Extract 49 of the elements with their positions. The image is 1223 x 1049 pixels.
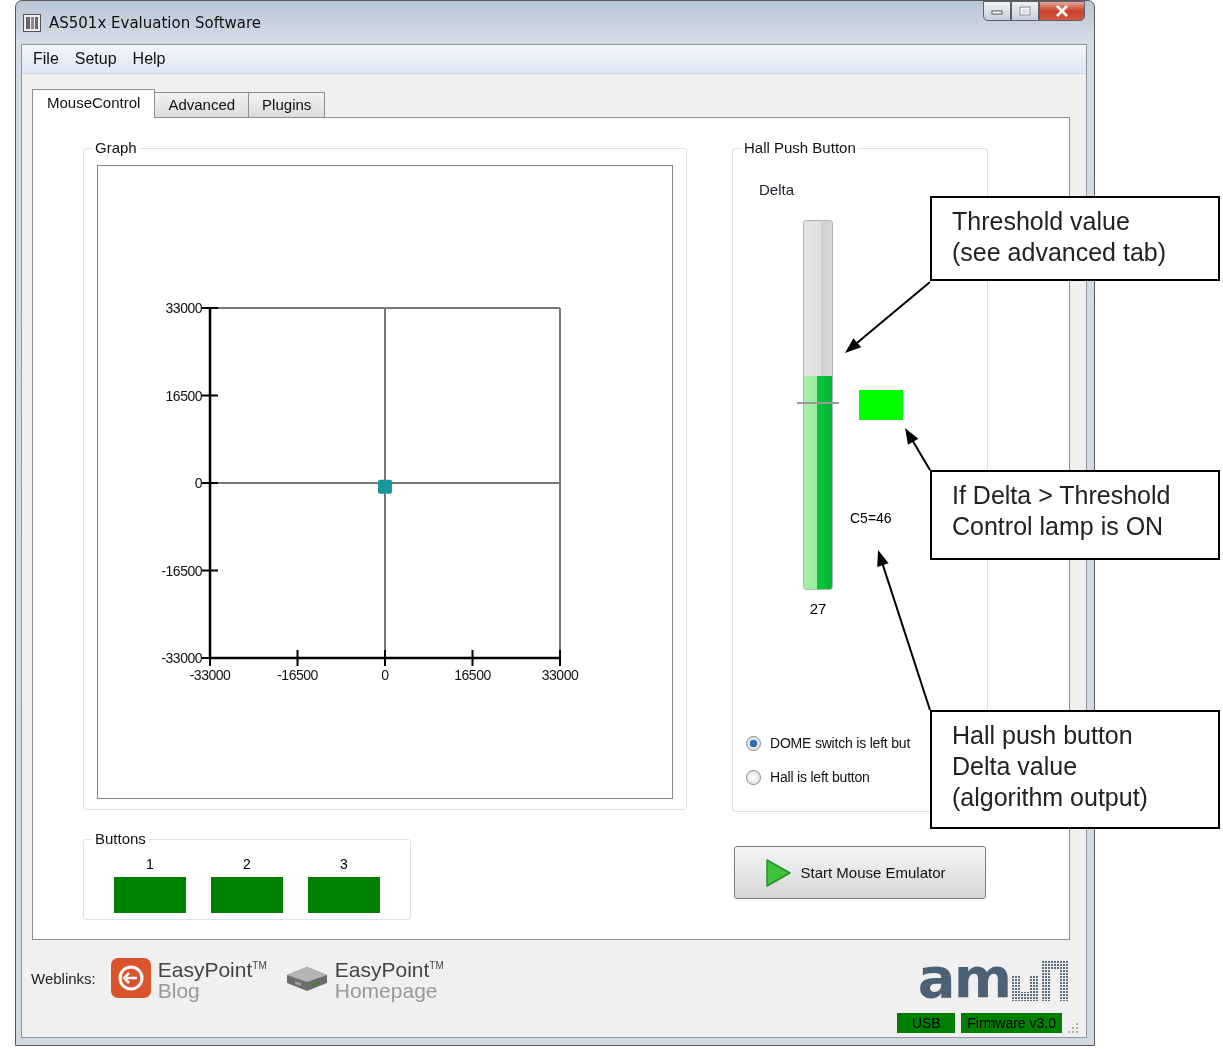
axis-tick-label: 33000 xyxy=(165,300,202,316)
radio-button[interactable] xyxy=(746,735,761,751)
button-number: 2 xyxy=(243,856,251,872)
button-number: 3 xyxy=(340,856,348,872)
callout: Hall push button Delta value (algorithm output) xyxy=(930,710,1220,829)
axis-tick-label: 0 xyxy=(381,667,389,683)
minimize-button[interactable] xyxy=(983,1,1011,21)
axis-tick-label: 0 xyxy=(194,475,202,491)
app-logo-icon xyxy=(23,13,41,32)
resize-grip-icon[interactable] xyxy=(1068,1023,1078,1033)
button-number: 1 xyxy=(146,856,154,872)
close-button[interactable] xyxy=(1039,1,1085,21)
radio-label[interactable]: Hall is left button xyxy=(770,769,870,785)
delta-value: 27 xyxy=(809,600,827,617)
status-indicator: Firmware v3.0 xyxy=(961,1013,1062,1033)
minimize-icon xyxy=(991,7,1003,15)
axis-tick-label: 16500 xyxy=(165,387,202,404)
tab[interactable]: Plugins xyxy=(248,92,326,117)
maximize-button[interactable] xyxy=(1011,1,1039,21)
axis-tick-label: -16500 xyxy=(277,667,318,683)
callout: If Delta > Threshold Control lamp is ON xyxy=(930,470,1220,560)
callout-arrow xyxy=(905,428,931,471)
axis-tick-label: -33000 xyxy=(189,667,231,683)
tab[interactable]: Advanced xyxy=(154,92,250,117)
axis-tick-label: -16500 xyxy=(161,562,202,579)
window-title: AS501x Evaluation Software xyxy=(49,13,262,32)
delta-label: Delta xyxy=(759,181,795,198)
start-button[interactable]: Start Mouse Emulator xyxy=(734,846,986,899)
menu-item[interactable]: File xyxy=(25,48,67,70)
axis-tick-label: -33000 xyxy=(161,650,202,666)
group-title: Graph xyxy=(92,139,140,157)
axis-tick-label: 16500 xyxy=(454,667,491,683)
menu-item[interactable]: Help xyxy=(124,48,174,70)
reading-text: C5=46 xyxy=(850,510,893,526)
weblinks-label: Weblinks: xyxy=(31,969,96,987)
radio-label[interactable]: DOME switch is left but xyxy=(770,735,911,751)
maximize-icon xyxy=(1019,6,1031,16)
close-icon xyxy=(1055,5,1069,17)
axis-tick-label: 33000 xyxy=(541,667,579,683)
tab[interactable]: MouseControl xyxy=(32,89,156,118)
callout: Threshold value (see advanced tab) xyxy=(930,196,1220,281)
status-indicator: USB xyxy=(897,1013,956,1033)
weblink[interactable]: EasyPoint$^{TM}$ Homepage xyxy=(284,955,444,1001)
radio-button[interactable] xyxy=(746,769,761,785)
weblink[interactable]: EasyPoint$^{TM}$ Blog xyxy=(109,955,267,1001)
menu-item[interactable]: Setup xyxy=(66,48,125,70)
company-logo-text: am xyxy=(917,955,1010,1001)
dotted-logo-icon xyxy=(1012,961,1068,1001)
play-icon xyxy=(764,857,793,888)
